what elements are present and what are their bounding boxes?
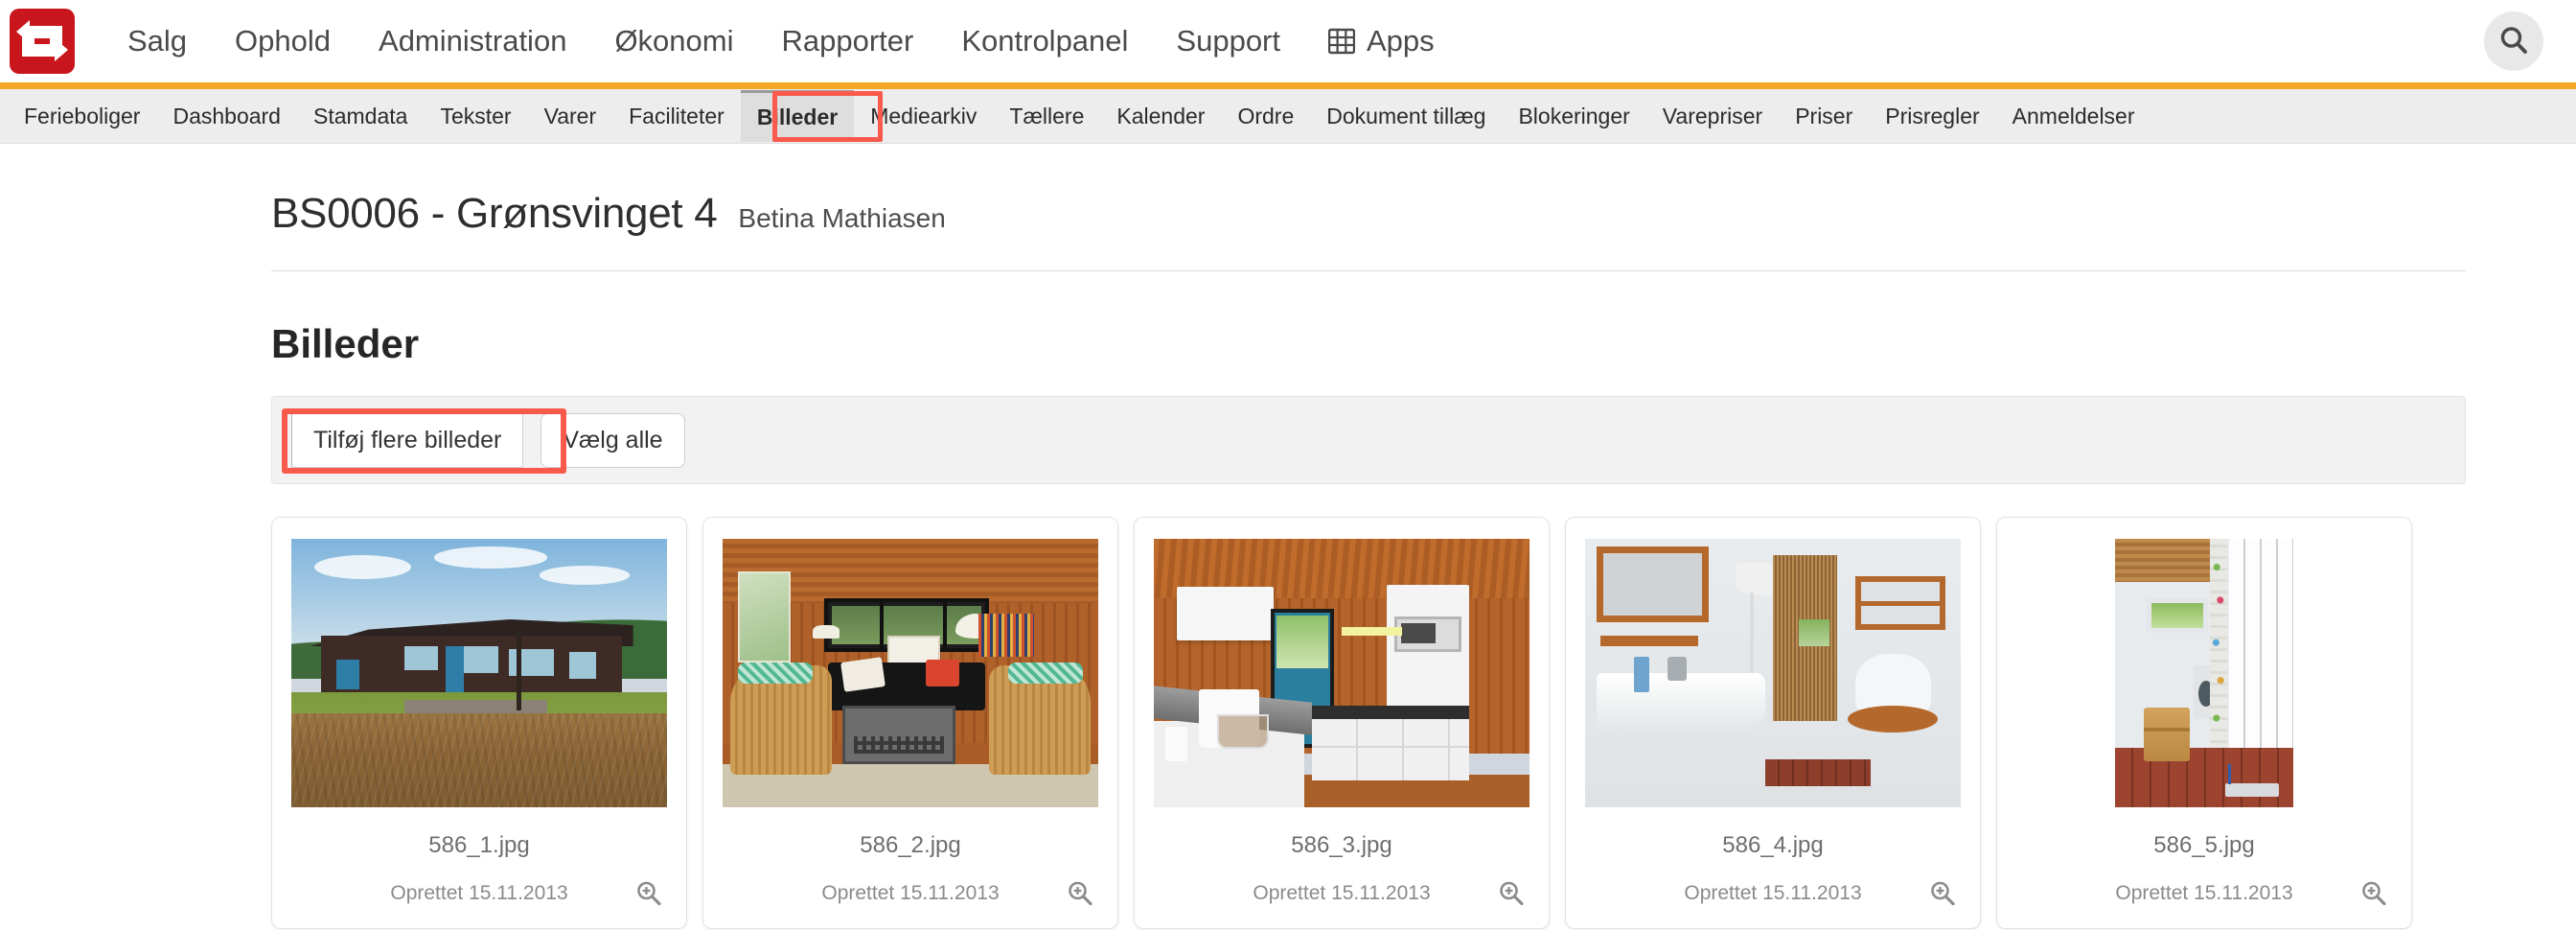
image-filename: 586_4.jpg xyxy=(1722,832,1824,858)
page-body: BS0006 - Grønsvinget 4 Betina Mathiasen … xyxy=(0,144,2576,929)
card-footer: Oprettet 15.11.2013 xyxy=(723,872,1098,915)
image-card-grid: 586_1.jpg Oprettet 15.11.2013 586_2.jpg … xyxy=(271,517,2466,929)
page-owner: Betina Mathiasen xyxy=(738,203,946,233)
subnav-item-taellere[interactable]: Tællere xyxy=(993,89,1100,144)
zoom-in-icon[interactable] xyxy=(1066,879,1094,908)
subnav-item-ordre[interactable]: Ordre xyxy=(1221,89,1310,144)
subnav-item-priser[interactable]: Priser xyxy=(1779,89,1869,144)
thumbnail-wrapper xyxy=(723,539,1098,807)
thumbnail-wrapper xyxy=(1585,539,1961,807)
subnav-item-varepriser[interactable]: Varepriser xyxy=(1646,89,1779,144)
image-card[interactable]: 586_2.jpg Oprettet 15.11.2013 xyxy=(702,517,1118,929)
search-button[interactable] xyxy=(2484,12,2543,71)
image-thumbnail-586-1[interactable] xyxy=(291,539,667,807)
page-title: BS0006 - Grønsvinget 4 xyxy=(271,190,718,237)
topnav-item-kontrolpanel[interactable]: Kontrolpanel xyxy=(937,0,1152,82)
topnav-item-ophold[interactable]: Ophold xyxy=(211,0,355,82)
images-toolbar: Tilføj flere billeder Vælg alle xyxy=(271,396,2466,484)
image-created-date: Oprettet 15.11.2013 xyxy=(1684,882,1862,904)
card-footer: Oprettet 15.11.2013 xyxy=(291,872,667,915)
subnav-item-tekster[interactable]: Tekster xyxy=(424,89,527,144)
secondary-navigation: Ferieboliger Dashboard Stamdata Tekster … xyxy=(0,89,2576,144)
image-card[interactable]: 586_4.jpg Oprettet 15.11.2013 xyxy=(1565,517,1981,929)
subnav-item-mediearkiv[interactable]: Mediearkiv xyxy=(854,89,993,144)
subnav-item-kalender[interactable]: Kalender xyxy=(1100,89,1221,144)
image-filename: 586_5.jpg xyxy=(2153,832,2255,858)
thumbnail-wrapper xyxy=(2016,539,2392,807)
add-more-images-button[interactable]: Tilføj flere billeder xyxy=(291,412,524,468)
zoom-in-icon[interactable] xyxy=(634,879,663,908)
subnav-item-billeder[interactable]: Billeder xyxy=(740,90,855,142)
brand-logo[interactable] xyxy=(10,9,75,74)
page-header: BS0006 - Grønsvinget 4 Betina Mathiasen xyxy=(271,144,2466,271)
subnav-item-ferieboliger[interactable]: Ferieboliger xyxy=(8,89,156,144)
subnav-item-stamdata[interactable]: Stamdata xyxy=(297,89,424,144)
grid-icon xyxy=(1328,28,1355,55)
logo-arrow-right-icon xyxy=(22,34,68,61)
subnav-item-dokument-tillaeg[interactable]: Dokument tillæg xyxy=(1310,89,1502,144)
primary-navigation: Salg Ophold Administration Økonomi Rappo… xyxy=(104,0,2484,82)
topnav-apps-label: Apps xyxy=(1367,24,1435,58)
top-bar: Salg Ophold Administration Økonomi Rappo… xyxy=(0,0,2576,82)
zoom-in-icon[interactable] xyxy=(1497,879,1526,908)
image-created-date: Oprettet 15.11.2013 xyxy=(821,882,1000,904)
image-thumbnail-586-5[interactable] xyxy=(2115,539,2293,807)
topnav-item-rapporter[interactable]: Rapporter xyxy=(757,0,937,82)
image-thumbnail-586-3[interactable] xyxy=(1154,539,1530,807)
topnav-item-support[interactable]: Support xyxy=(1152,0,1304,82)
image-created-date: Oprettet 15.11.2013 xyxy=(2115,882,2293,904)
image-filename: 586_3.jpg xyxy=(1291,832,1392,858)
image-filename: 586_1.jpg xyxy=(428,832,530,858)
subnav-item-anmeldelser[interactable]: Anmeldelser xyxy=(1996,89,2151,144)
section-title: Billeder xyxy=(271,321,420,366)
subnav-item-faciliteter[interactable]: Faciliteter xyxy=(612,89,741,144)
image-thumbnail-586-4[interactable] xyxy=(1585,539,1961,807)
subnav-item-dashboard[interactable]: Dashboard xyxy=(156,89,297,144)
image-filename: 586_2.jpg xyxy=(860,832,961,858)
search-icon xyxy=(2497,24,2530,59)
thumbnail-wrapper xyxy=(291,539,667,807)
image-thumbnail-586-2[interactable] xyxy=(723,539,1098,807)
image-created-date: Oprettet 15.11.2013 xyxy=(390,882,568,904)
zoom-in-icon[interactable] xyxy=(2359,879,2388,908)
image-card[interactable]: 586_3.jpg Oprettet 15.11.2013 xyxy=(1134,517,1550,929)
thumbnail-wrapper xyxy=(1154,539,1530,807)
subnav-item-prisregler[interactable]: Prisregler xyxy=(1869,89,1995,144)
topnav-item-okonomi[interactable]: Økonomi xyxy=(590,0,757,82)
select-all-button[interactable]: Vælg alle xyxy=(540,412,685,468)
subnav-item-varer[interactable]: Varer xyxy=(528,89,613,144)
subnav-item-blokeringer[interactable]: Blokeringer xyxy=(1502,89,1645,144)
content-container: BS0006 - Grønsvinget 4 Betina Mathiasen … xyxy=(271,144,2466,929)
topnav-item-apps[interactable]: Apps xyxy=(1304,0,1459,82)
card-footer: Oprettet 15.11.2013 xyxy=(1154,872,1530,915)
topnav-item-salg[interactable]: Salg xyxy=(104,0,211,82)
image-card[interactable]: 586_5.jpg Oprettet 15.11.2013 xyxy=(1996,517,2412,929)
card-footer: Oprettet 15.11.2013 xyxy=(1585,872,1961,915)
card-footer: Oprettet 15.11.2013 xyxy=(2016,872,2392,915)
image-created-date: Oprettet 15.11.2013 xyxy=(1253,882,1431,904)
zoom-in-icon[interactable] xyxy=(1928,879,1957,908)
image-card[interactable]: 586_1.jpg Oprettet 15.11.2013 xyxy=(271,517,687,929)
topnav-item-administration[interactable]: Administration xyxy=(355,0,590,82)
